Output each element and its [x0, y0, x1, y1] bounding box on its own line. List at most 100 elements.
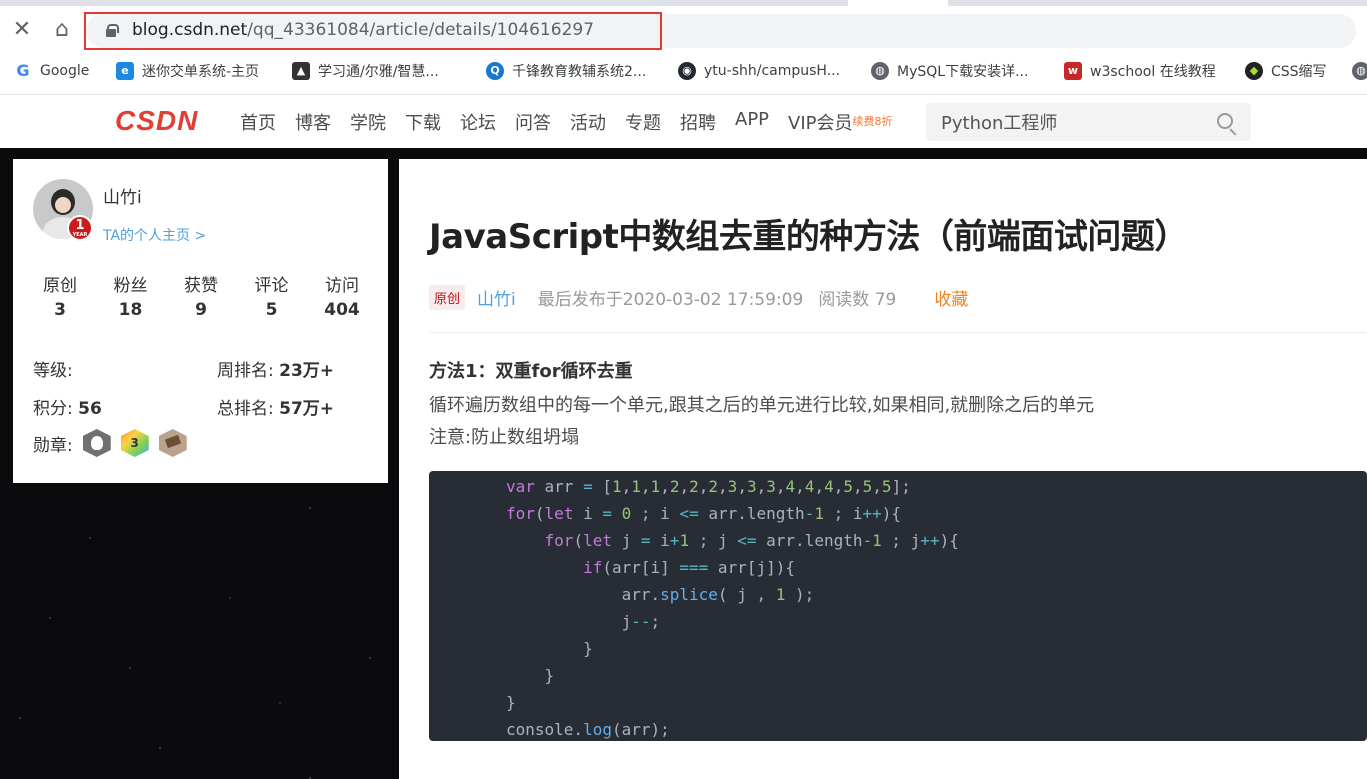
stat-comments[interactable]: 评论 5	[237, 271, 307, 320]
stat-label: 原创	[43, 276, 77, 296]
menu-topics[interactable]: 专题	[625, 109, 661, 135]
divider	[429, 332, 1367, 333]
code-line: if(arr[i] === arr[j]){	[583, 558, 795, 577]
search-box	[926, 103, 1251, 141]
year-badge: 1 YEAR	[67, 215, 93, 241]
profile-card: 1 YEAR 山竹i TA的个人主页 > 原创 3 粉丝 18 获赞 9 评论 5 访问…	[13, 159, 388, 483]
bookmark-label: 迷你交单系统-主页	[142, 64, 260, 80]
navigation-row: ✕ ⌂ blog.csdn.net/qq_43361084/article/de…	[0, 6, 1367, 54]
article-main: JavaScript中数组去重的种方法（前端面试问题） 原创 山竹i 最后发布于…	[399, 159, 1367, 779]
bookmark-css[interactable]: ◆ CSS缩写	[1245, 60, 1327, 82]
menu-academy[interactable]: 学院	[350, 109, 386, 135]
search-input[interactable]	[926, 103, 1206, 141]
medals-row: 勋章: 3	[33, 429, 187, 457]
code-line: }	[506, 639, 593, 658]
code-line: console.log(arr);	[506, 720, 670, 739]
site-header: CSDN 首页 博客 学院 下载 论坛 问答 活动 专题 招聘 APP VIP会…	[0, 94, 1367, 148]
stat-original[interactable]: 原创 3	[25, 271, 95, 320]
code-block[interactable]: var arr = [1,1,1,2,2,2,3,3,3,4,4,4,5,5,5…	[429, 471, 1367, 741]
search-icon[interactable]	[1217, 113, 1233, 129]
bookmark-label: 学习通/尔雅/智慧...	[318, 64, 439, 80]
code-line: }	[506, 666, 555, 685]
year-badge-number: 1	[75, 218, 85, 233]
stat-value: 3	[54, 300, 66, 320]
w3school-icon: w	[1064, 62, 1082, 80]
menu-vip[interactable]: VIP会员	[788, 109, 852, 135]
code-line: }	[506, 693, 516, 712]
home-icon[interactable]: ⌂	[48, 16, 76, 44]
menu-home[interactable]: 首页	[240, 109, 276, 135]
points-value: 56	[78, 399, 102, 419]
bookmark-google[interactable]: G Google	[14, 60, 89, 82]
stat-visits[interactable]: 访问 404	[307, 271, 377, 320]
stat-value: 404	[324, 300, 360, 320]
github-icon: ◉	[678, 62, 696, 80]
medals-label: 勋章:	[33, 435, 73, 456]
css-icon: ◆	[1245, 62, 1263, 80]
menu-forum[interactable]: 论坛	[460, 109, 496, 135]
total-rank-value: 57万+	[279, 399, 335, 419]
stat-label: 粉丝	[113, 276, 148, 296]
bookmark-overflow[interactable]: ◍	[1352, 60, 1367, 82]
read-count: 阅读数 79	[818, 290, 897, 310]
code-line: j--;	[506, 612, 661, 631]
level-medal-icon[interactable]: 3	[120, 429, 149, 457]
points-row: 积分: 56	[33, 394, 102, 419]
article-meta: 原创 山竹i 最后发布于2020-03-02 17:59:09 阅读数 79 收…	[429, 285, 968, 310]
original-tag: 原创	[429, 285, 466, 310]
week-rank-row: 周排名: 23万+	[217, 356, 334, 381]
week-rank-value: 23万+	[279, 361, 335, 381]
qf-icon: Q	[486, 62, 504, 80]
vip-discount-tag: 续费8折	[852, 115, 893, 128]
method1-description: 循环遍历数组中的每一个单元,跟其之后的单元进行比较,如果相同,就删除之后的单元	[429, 395, 1095, 416]
stat-label: 评论	[254, 276, 289, 296]
browser-toolbar: ✕ ⌂ blog.csdn.net/qq_43361084/article/de…	[0, 0, 1367, 94]
profile-username[interactable]: 山竹i	[103, 183, 142, 208]
bookmark-label: CSS缩写	[1271, 64, 1327, 80]
favorite-button[interactable]: 收藏	[934, 285, 968, 310]
level-row: 等级:	[33, 356, 73, 381]
bookmark-label: ytu-shh/campusH...	[704, 63, 841, 79]
close-icon[interactable]: ✕	[8, 16, 36, 44]
bookmark-mini-order[interactable]: e 迷你交单系统-主页	[116, 60, 259, 82]
total-rank-label: 总排名:	[217, 399, 274, 419]
stat-label: 访问	[325, 276, 359, 296]
bookmark-mysql[interactable]: ◍ MySQL下载安装详...	[871, 60, 1028, 82]
bookmarks-bar: G Google e 迷你交单系统-主页 ▲ 学习通/尔雅/智慧... Q 千锋教育教辅…	[0, 56, 1367, 86]
globe-icon: ◍	[871, 62, 889, 80]
bookmark-w3school[interactable]: w w3school 在线教程	[1064, 60, 1216, 82]
graduation-cap-icon: ▲	[292, 62, 310, 80]
bookmark-qianfeng[interactable]: Q 千锋教育教辅系统2...	[486, 60, 646, 82]
main-menu: 首页 博客 学院 下载 论坛 问答 活动 专题 招聘 APP VIP会员 续费8…	[240, 109, 912, 135]
ie-icon: e	[116, 62, 134, 80]
code-line: for(let i = 0 ; i <= arr.length-1 ; i++)…	[506, 504, 902, 523]
bookmark-github[interactable]: ◉ ytu-shh/campusH...	[678, 60, 840, 82]
level-label: 等级:	[33, 361, 73, 381]
menu-events[interactable]: 活动	[570, 109, 606, 135]
bookmark-label: Google	[40, 63, 90, 79]
total-rank-row: 总排名: 57万+	[217, 394, 334, 419]
writer-medal-icon[interactable]	[158, 429, 187, 457]
csdn-logo[interactable]: CSDN	[115, 105, 198, 137]
stat-label: 获赞	[184, 276, 218, 296]
bookmark-xuexitong[interactable]: ▲ 学习通/尔雅/智慧...	[292, 60, 439, 82]
bookmark-label: w3school 在线教程	[1090, 64, 1216, 80]
author-link[interactable]: 山竹i	[477, 285, 516, 310]
stat-fans[interactable]: 粉丝 18	[96, 271, 166, 320]
menu-qa[interactable]: 问答	[515, 109, 551, 135]
google-icon: G	[14, 62, 32, 80]
menu-blog[interactable]: 博客	[295, 109, 331, 135]
url-highlight-box	[84, 12, 662, 50]
menu-app[interactable]: APP	[735, 109, 769, 135]
stat-value: 18	[118, 300, 143, 320]
menu-jobs[interactable]: 招聘	[680, 109, 716, 135]
globe-icon: ◍	[1352, 62, 1367, 80]
code-line: var arr = [1,1,1,2,2,2,3,3,3,4,4,4,5,5,5…	[506, 477, 911, 496]
stat-likes[interactable]: 获赞 9	[166, 271, 236, 320]
github-medal-icon[interactable]	[82, 429, 111, 457]
method1-heading: 方法1：双重for循环去重	[429, 361, 633, 382]
menu-download[interactable]: 下载	[405, 109, 441, 135]
bookmark-label: 千锋教育教辅系统2...	[512, 64, 647, 80]
bookmark-label: MySQL下载安装详...	[897, 64, 1029, 80]
homepage-link[interactable]: TA的个人主页 >	[103, 225, 206, 245]
